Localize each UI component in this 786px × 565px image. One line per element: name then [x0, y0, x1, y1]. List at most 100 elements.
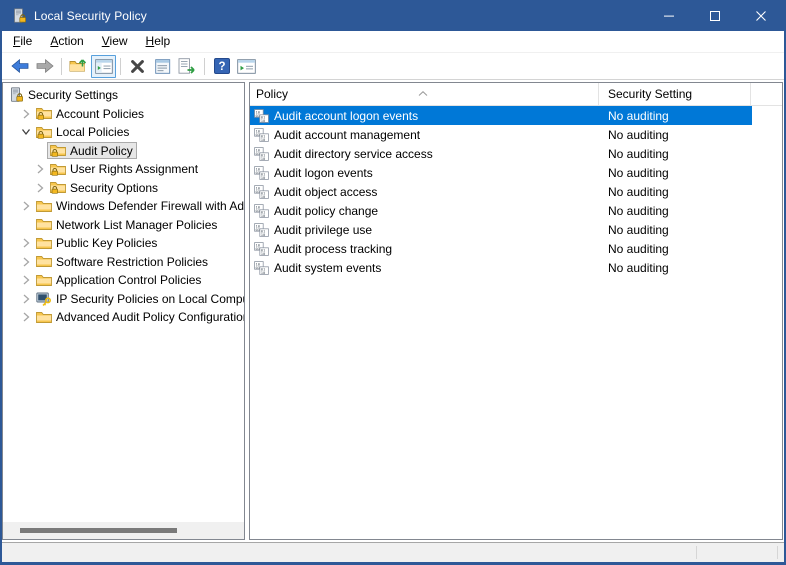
svg-text:10: 10 [261, 118, 266, 123]
show-console-tree-button[interactable] [91, 55, 116, 78]
chevron-down-icon[interactable] [19, 128, 33, 136]
tree-item-label: Local Policies [56, 125, 129, 139]
policy-doc-icon: 10010110 [254, 261, 269, 275]
policy-name: Audit account management [274, 128, 420, 142]
tree-item-selection: Application Control Policies [33, 272, 205, 289]
tree-item-software-restriction-policies[interactable]: Software Restriction Policies [3, 253, 244, 272]
tree-item-ip-security-policies-on-local-compute[interactable]: IP Security Policies on Local Compute [3, 290, 244, 309]
tree-item-network-list-manager-policies[interactable]: Network List Manager Policies [3, 216, 244, 235]
app-icon-computer-lock [11, 8, 27, 24]
svg-text:10: 10 [261, 251, 266, 256]
list-row-audit-logon-events[interactable]: 10010110Audit logon eventsNo auditing [250, 163, 752, 182]
tree-item-advanced-audit-policy-configuration[interactable]: Advanced Audit Policy Configuration [3, 308, 244, 327]
tree-item-account-policies[interactable]: Account Policies [3, 105, 244, 124]
chevron-right-icon[interactable] [19, 257, 33, 267]
delete-button[interactable] [125, 55, 150, 78]
close-icon [756, 11, 766, 21]
tree-item-label: Software Restriction Policies [56, 255, 208, 269]
status-bar [2, 542, 784, 562]
forward-button[interactable] [32, 55, 57, 78]
list-row-audit-account-logon-events[interactable]: 10010110Audit account logon eventsNo aud… [250, 106, 752, 125]
tree-item-label: IP Security Policies on Local Compute [56, 292, 245, 306]
forward-arrow-icon [36, 59, 54, 73]
security-setting-value: No auditing [608, 147, 669, 161]
folder-lock-icon [36, 107, 52, 120]
tree-item-label: Audit Policy [70, 144, 133, 158]
console-window-button[interactable] [234, 55, 259, 78]
folder-icon [36, 255, 52, 268]
console-tree-pane: Security Settings Account Policies Local P… [2, 82, 245, 540]
export-list-button[interactable] [175, 55, 200, 78]
properties-button[interactable] [150, 55, 175, 78]
svg-text:10: 10 [261, 213, 266, 218]
minimize-icon [664, 11, 674, 21]
tree-item-selection: Software Restriction Policies [33, 253, 212, 270]
scrollbar-thumb[interactable] [20, 528, 177, 533]
chevron-right-icon[interactable] [19, 201, 33, 211]
maximize-button[interactable] [692, 0, 738, 31]
list-row-audit-object-access[interactable]: 10010110Audit object accessNo auditing [250, 182, 752, 201]
policy-name: Audit directory service access [274, 147, 433, 161]
tree-item-application-control-policies[interactable]: Application Control Policies [3, 271, 244, 290]
policy-name: Audit object access [274, 185, 377, 199]
policy-list-pane: Policy Security Setting 10010110Audit ac… [249, 82, 783, 540]
help-button[interactable]: ? [209, 55, 234, 78]
list-row-audit-account-management[interactable]: 10010110Audit account managementNo audit… [250, 125, 752, 144]
folder-icon [36, 274, 52, 287]
tree-item-user-rights-assignment[interactable]: User Rights Assignment [3, 160, 244, 179]
security-setting-value: No auditing [608, 223, 669, 237]
tree-item-selection: Account Policies [33, 105, 148, 122]
up-one-level-button[interactable] [66, 55, 91, 78]
tree-item-windows-defender-firewall-with-adva[interactable]: Windows Defender Firewall with Adva [3, 197, 244, 216]
svg-text:10: 10 [261, 137, 266, 142]
tree-item-label: Network List Manager Policies [56, 218, 217, 232]
policy-doc-icon: 10010110 [254, 223, 269, 237]
back-button[interactable] [7, 55, 32, 78]
chevron-right-icon[interactable] [33, 164, 47, 174]
menu-file[interactable]: File [4, 31, 41, 52]
computer-key-icon [36, 292, 52, 306]
menu-help[interactable]: Help [137, 31, 180, 52]
chevron-right-icon[interactable] [19, 109, 33, 119]
tree-item-audit-policy[interactable]: Audit Policy [3, 142, 244, 161]
toolbar-separator [120, 58, 121, 75]
tree-item-selection: Security Options [47, 179, 162, 196]
security-setting-value: No auditing [608, 128, 669, 142]
tree-item-label: Security Settings [28, 88, 118, 102]
close-button[interactable] [738, 0, 784, 31]
minimize-button[interactable] [646, 0, 692, 31]
list-row-audit-privilege-use[interactable]: 10010110 Audit privilege use No auditing [250, 220, 752, 239]
tree-item-public-key-policies[interactable]: Public Key Policies [3, 234, 244, 253]
title-bar[interactable]: Local Security Policy [2, 0, 784, 31]
computer-lock-icon [8, 87, 24, 103]
security-settings-tree: Security Settings Account Policies Local P… [3, 83, 244, 327]
list-row-audit-directory-service-access[interactable]: 10010110Audit directory service accessNo… [250, 144, 752, 163]
column-header-security-setting[interactable]: Security Setting [600, 83, 751, 105]
tree-item-label: Windows Defender Firewall with Adva [56, 199, 245, 213]
list-row-audit-policy-change[interactable]: 10010110Audit policy changeNo auditing [250, 201, 752, 220]
properties-window-icon [154, 59, 171, 74]
tree-item-selection: User Rights Assignment [47, 161, 202, 178]
tree-item-security-settings[interactable]: Security Settings [3, 86, 244, 105]
folder-lock-icon [50, 163, 66, 176]
security-setting-value: No auditing [608, 204, 669, 218]
chevron-right-icon[interactable] [19, 312, 33, 322]
tree-horizontal-scrollbar[interactable] [3, 522, 244, 539]
chevron-right-icon[interactable] [19, 275, 33, 285]
policy-name: Audit privilege use [274, 223, 372, 237]
folder-icon [36, 311, 52, 324]
tree-item-selection: IP Security Policies on Local Compute [33, 290, 245, 307]
menu-action[interactable]: Action [41, 31, 92, 52]
chevron-right-icon[interactable] [33, 183, 47, 193]
window-controls [646, 0, 784, 31]
menu-view[interactable]: View [93, 31, 137, 52]
tree-item-selection: Network List Manager Policies [33, 216, 221, 233]
export-doc-icon [178, 58, 197, 74]
list-row-audit-system-events[interactable]: 10010110Audit system eventsNo auditing [250, 258, 752, 277]
list-row-audit-process-tracking[interactable]: 10010110Audit process trackingNo auditin… [250, 239, 752, 258]
chevron-right-icon[interactable] [19, 294, 33, 304]
chevron-right-icon[interactable] [19, 238, 33, 248]
tree-item-security-options[interactable]: Security Options [3, 179, 244, 198]
tree-item-local-policies[interactable]: Local Policies [3, 123, 244, 142]
content-area: Security Settings Account Policies Local P… [2, 80, 784, 542]
